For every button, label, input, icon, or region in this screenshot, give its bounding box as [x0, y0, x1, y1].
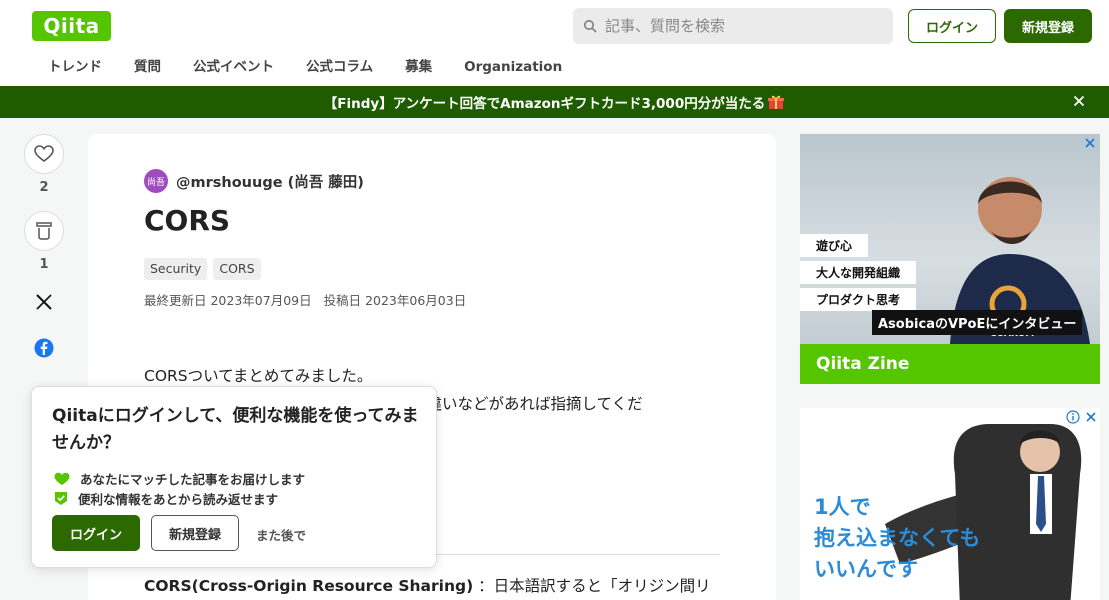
- stock-count: 1: [39, 257, 49, 272]
- ad-headline-line: 1人で: [814, 495, 871, 519]
- qiita-zine-ad[interactable]: COARUM 遊び心 大人な開発組織 プロダクト思考 AsobicaのVPoEに…: [800, 134, 1100, 384]
- site-header: Qiita ログイン 新規登録 トレンド 質問 公式イベント 公式コラム 募集 …: [0, 0, 1109, 86]
- ad-tag: 大人な開発組織: [800, 261, 917, 284]
- ad-caption: AsobicaのVPoEにインタビュー: [872, 310, 1083, 335]
- signup-button[interactable]: 新規登録: [1004, 9, 1092, 43]
- term-bold: CORS(Cross-Origin Resource Sharing): [144, 577, 474, 595]
- stock-icon: [36, 222, 52, 240]
- article-body-line: CORS(Cross-Origin Resource Sharing) ：日本語…: [144, 574, 711, 596]
- ad-tag: プロダクト思考: [800, 288, 917, 311]
- popup-later-link[interactable]: また後で: [256, 525, 306, 544]
- avatar[interactable]: 尚吾: [144, 169, 168, 193]
- ad-tag: 遊び心: [800, 234, 869, 257]
- facebook-icon: [34, 338, 54, 358]
- benefit-item: あなたにマッチした記事をお届けします: [54, 469, 305, 488]
- display-ad[interactable]: 1人で 抱え込まなくても いいんです: [800, 408, 1100, 600]
- x-logo-icon: [36, 294, 52, 310]
- action-rail: 2 1: [24, 134, 64, 368]
- article-body-line: CORSついてまとめてみました。: [144, 367, 373, 385]
- qiita-logo[interactable]: Qiita: [32, 11, 111, 41]
- nav-organization[interactable]: Organization: [448, 56, 578, 78]
- login-button[interactable]: ログイン: [908, 9, 996, 43]
- author-name[interactable]: @mrshouuge (尚吾 藤田): [176, 171, 364, 192]
- search-icon: [583, 19, 597, 33]
- nav-official-events[interactable]: 公式イベント: [177, 56, 290, 78]
- tag-security[interactable]: Security: [144, 258, 208, 280]
- ad-headline-line: いいんです: [814, 557, 918, 581]
- updated-date: 最終更新日 2023年07月09日: [144, 293, 312, 308]
- close-icon[interactable]: [1085, 411, 1097, 423]
- stock-button[interactable]: [24, 211, 64, 251]
- nav-official-columns[interactable]: 公式コラム: [290, 56, 389, 78]
- benefit-text: 便利な情報をあとから読み返せます: [78, 492, 279, 507]
- nav-recruit[interactable]: 募集: [389, 56, 448, 78]
- term-definition: ：日本語訳すると「オリジン間リ: [478, 577, 711, 595]
- search-input[interactable]: [605, 17, 875, 35]
- like-count: 2: [39, 180, 49, 195]
- popup-login-button[interactable]: ログイン: [52, 515, 140, 551]
- article-title: CORS: [144, 204, 231, 237]
- nav-trend[interactable]: トレンド: [32, 56, 118, 78]
- posted-date: 投稿日 2023年06月03日: [323, 293, 467, 308]
- main-nav: トレンド 質問 公式イベント 公式コラム 募集 Organization: [32, 56, 578, 78]
- heart-icon: [34, 145, 54, 162]
- ad-info-icon[interactable]: [1066, 410, 1080, 424]
- benefit-item: 便利な情報をあとから読み返せます: [54, 489, 278, 508]
- benefit-text: あなたにマッチした記事をお届けします: [80, 472, 306, 487]
- banner-text: 【Findy】アンケート回答でAmazonギフトカード3,000円分が当たる: [323, 96, 766, 112]
- tag-cors[interactable]: CORS: [213, 258, 261, 280]
- popup-signup-button[interactable]: 新規登録: [151, 515, 239, 551]
- author-row[interactable]: 尚吾 @mrshouuge (尚吾 藤田): [144, 169, 364, 193]
- ad-tag-list: 遊び心 大人な開発組織 プロダクト思考: [800, 234, 917, 315]
- close-icon[interactable]: [1084, 137, 1096, 149]
- like-button[interactable]: [24, 134, 64, 174]
- promo-banner[interactable]: 【Findy】アンケート回答でAmazonギフトカード3,000円分が当たる: [0, 86, 1109, 118]
- gift-icon: [768, 95, 785, 109]
- search-box[interactable]: [573, 8, 893, 44]
- login-prompt-popup: Qiitaにログインして、便利な機能を使ってみませんか？ あなたにマッチした記事…: [31, 386, 437, 568]
- ad-headline: 1人で 抱え込まなくても いいんです: [814, 492, 980, 585]
- close-icon[interactable]: [1071, 93, 1087, 109]
- ad-brand: Qiita Zine: [800, 344, 1100, 384]
- ad-headline-line: 抱え込まなくても: [814, 526, 981, 550]
- heart-icon: [54, 472, 70, 485]
- tag-list: Security CORS: [144, 258, 261, 280]
- share-facebook-button[interactable]: [24, 328, 64, 368]
- nav-questions[interactable]: 質問: [118, 56, 177, 78]
- popup-title: Qiitaにログインして、便利な機能を使ってみませんか？: [52, 406, 419, 453]
- bookmark-check-icon: [55, 492, 67, 505]
- share-x-button[interactable]: [24, 282, 64, 322]
- article-dates: 最終更新日 2023年07月09日 投稿日 2023年06月03日: [144, 290, 474, 309]
